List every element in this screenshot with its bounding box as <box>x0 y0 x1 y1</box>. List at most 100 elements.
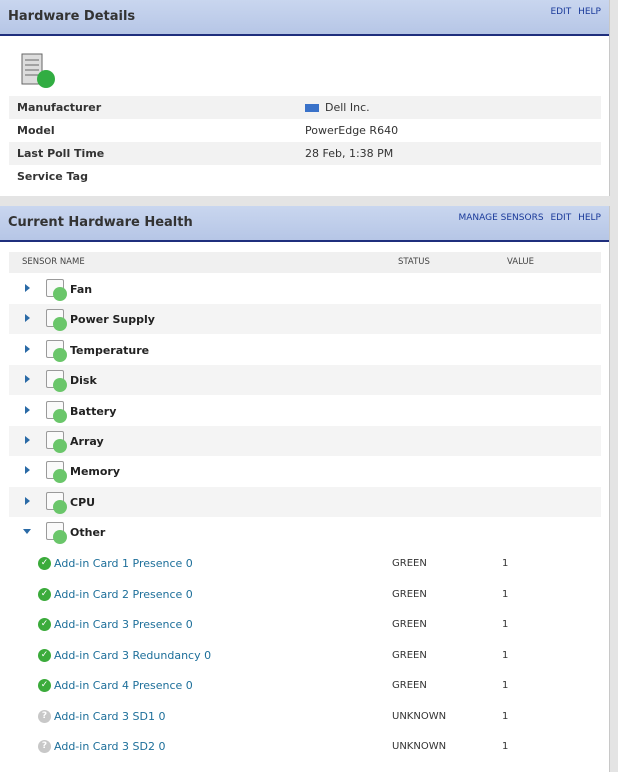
edit-link[interactable]: EDIT <box>550 213 571 223</box>
last-poll-value: 28 Feb, 1:38 PM <box>305 147 394 160</box>
help-link[interactable]: HELP <box>578 7 601 17</box>
category-row-fan[interactable]: Fan <box>9 274 601 304</box>
expand-arrow-icon[interactable] <box>25 466 30 475</box>
row-label: Last Poll Time <box>17 147 105 160</box>
sensor-value: 1 <box>502 558 509 569</box>
row-value: Dell Inc. <box>305 101 370 114</box>
check-circle-icon: ✓ <box>38 618 51 631</box>
last-poll-row: Last Poll Time 28 Feb, 1:38 PM <box>9 142 601 165</box>
sensor-status: GREEN <box>392 619 427 630</box>
manage-sensors-link[interactable]: MANAGE SENSORS <box>458 213 543 223</box>
sensor-row: ✓ Add-in Card 4 Presence 0 GREEN 1 <box>9 671 601 701</box>
model-value: PowerEdge R640 <box>305 124 399 137</box>
expand-arrow-icon[interactable] <box>25 496 30 505</box>
panel-title: Current Hardware Health <box>8 215 193 230</box>
check-circle-icon: ✓ <box>38 679 51 692</box>
status-dot-icon <box>53 499 67 514</box>
status-dot-icon <box>53 439 67 453</box>
expand-arrow-icon[interactable] <box>25 284 30 292</box>
sensor-row: ✓ Add-in Card 1 Presence 0 GREEN 1 <box>9 549 601 579</box>
sensor-name-link[interactable]: Add-in Card 4 Presence 0 <box>54 679 193 692</box>
sensor-value: 1 <box>502 710 509 722</box>
category-row-memory[interactable]: Memory <box>9 456 601 486</box>
check-circle-icon: ✓ <box>38 557 51 570</box>
sensor-value: 1 <box>502 649 509 661</box>
expand-arrow-icon[interactable] <box>25 375 30 384</box>
service-tag-row: Service Tag <box>9 165 601 188</box>
panel-header: Hardware Details EDIT HELP <box>0 0 609 36</box>
sensor-status: UNKNOWN <box>392 741 447 752</box>
hardware-details-panel: Hardware Details EDIT HELP Manufacturer … <box>0 0 610 196</box>
column-status: STATUS <box>398 257 430 267</box>
status-dot-icon <box>53 347 67 362</box>
sensor-value: 1 <box>502 588 509 600</box>
sensor-name-link[interactable]: Add-in Card 3 Redundancy 0 <box>54 649 211 662</box>
sensor-name-link[interactable]: Add-in Card 2 Presence 0 <box>54 588 193 601</box>
status-dot-icon <box>53 317 67 332</box>
category-label: Power Supply <box>70 313 155 327</box>
sensor-value: 1 <box>502 741 509 752</box>
panel-title: Hardware Details <box>8 9 136 24</box>
dell-logo-icon <box>305 103 319 112</box>
hardware-health-panel: Current Hardware Health MANAGE SENSORS E… <box>0 206 610 772</box>
expand-arrow-icon[interactable] <box>25 314 30 323</box>
category-label: Temperature <box>70 343 150 357</box>
sensor-name-link[interactable]: Add-in Card 3 Presence 0 <box>54 618 193 631</box>
panel-header: Current Hardware Health MANAGE SENSORS E… <box>0 206 609 242</box>
sensor-row: ? Add-in Card 3 SD2 0 UNKNOWN 1 <box>9 732 601 762</box>
category-label: Array <box>70 435 104 448</box>
sensor-status: GREEN <box>392 649 427 661</box>
sensor-row: ? Add-in Card 3 SD1 0 UNKNOWN 1 <box>9 702 601 732</box>
row-label: Manufacturer <box>17 101 102 114</box>
category-row-array[interactable]: Array <box>9 426 601 456</box>
manufacturer-row: Manufacturer Dell Inc. <box>9 96 601 119</box>
sensor-status: UNKNOWN <box>392 710 447 722</box>
help-link[interactable]: HELP <box>578 213 601 223</box>
sensor-status: GREEN <box>392 680 427 691</box>
header-links: EDIT HELP <box>546 7 601 17</box>
sensor-name-link[interactable]: Add-in Card 3 SD1 0 <box>54 710 165 723</box>
category-row-disk[interactable]: Disk <box>9 365 601 396</box>
hardware-details-table: Manufacturer Dell Inc. Model PowerEdge R… <box>9 96 601 188</box>
question-circle-icon: ? <box>38 740 51 753</box>
check-circle-icon: ✓ <box>38 648 51 662</box>
sensor-status: GREEN <box>392 558 427 569</box>
column-value: VALUE <box>507 257 534 267</box>
collapse-arrow-icon[interactable] <box>23 529 31 535</box>
sensor-row: ✓ Add-in Card 3 Presence 0 GREEN 1 <box>9 610 601 640</box>
sensor-value: 1 <box>502 619 509 630</box>
expand-arrow-icon[interactable] <box>25 405 30 414</box>
category-row-temperature[interactable]: Temperature <box>9 335 601 365</box>
category-label: Fan <box>70 283 93 296</box>
question-circle-icon: ? <box>38 709 51 723</box>
manufacturer-value: Dell Inc. <box>325 101 370 114</box>
category-row-battery[interactable]: Battery <box>9 396 601 426</box>
sensor-row: ✓ Add-in Card 2 Presence 0 GREEN 1 <box>9 580 601 610</box>
status-dot-icon <box>53 378 67 393</box>
sensor-row: ✓ Add-in Card 3 Redundancy 0 GREEN 1 <box>9 641 601 671</box>
server-icon <box>20 52 58 93</box>
header-links: MANAGE SENSORS EDIT HELP <box>454 213 601 223</box>
edit-link[interactable]: EDIT <box>550 7 571 17</box>
model-row: Model PowerEdge R640 <box>9 119 601 142</box>
status-dot-icon <box>53 408 67 423</box>
check-circle-icon: ✓ <box>38 587 51 601</box>
sensor-name-link[interactable]: Add-in Card 1 Presence 0 <box>54 557 193 570</box>
category-row-cpu[interactable]: CPU <box>9 486 601 517</box>
category-row-power-supply[interactable]: Power Supply <box>9 304 601 335</box>
status-dot-icon <box>53 469 67 484</box>
expand-arrow-icon[interactable] <box>25 436 30 444</box>
sensor-name-link[interactable]: Add-in Card 3 SD2 0 <box>54 740 165 753</box>
category-label: Memory <box>70 465 121 479</box>
table-header: SENSOR NAME STATUS VALUE <box>9 252 601 273</box>
sensor-status: GREEN <box>392 588 427 600</box>
category-label: CPU <box>70 495 96 509</box>
category-label: Disk <box>70 374 97 388</box>
expand-arrow-icon[interactable] <box>25 344 30 353</box>
status-dot-icon <box>53 287 67 301</box>
status-dot-icon <box>53 530 67 545</box>
column-sensor-name: SENSOR NAME <box>22 257 85 267</box>
category-row-other[interactable]: Other <box>9 517 601 547</box>
sensor-value: 1 <box>502 680 509 691</box>
row-label: Service Tag <box>17 170 88 183</box>
